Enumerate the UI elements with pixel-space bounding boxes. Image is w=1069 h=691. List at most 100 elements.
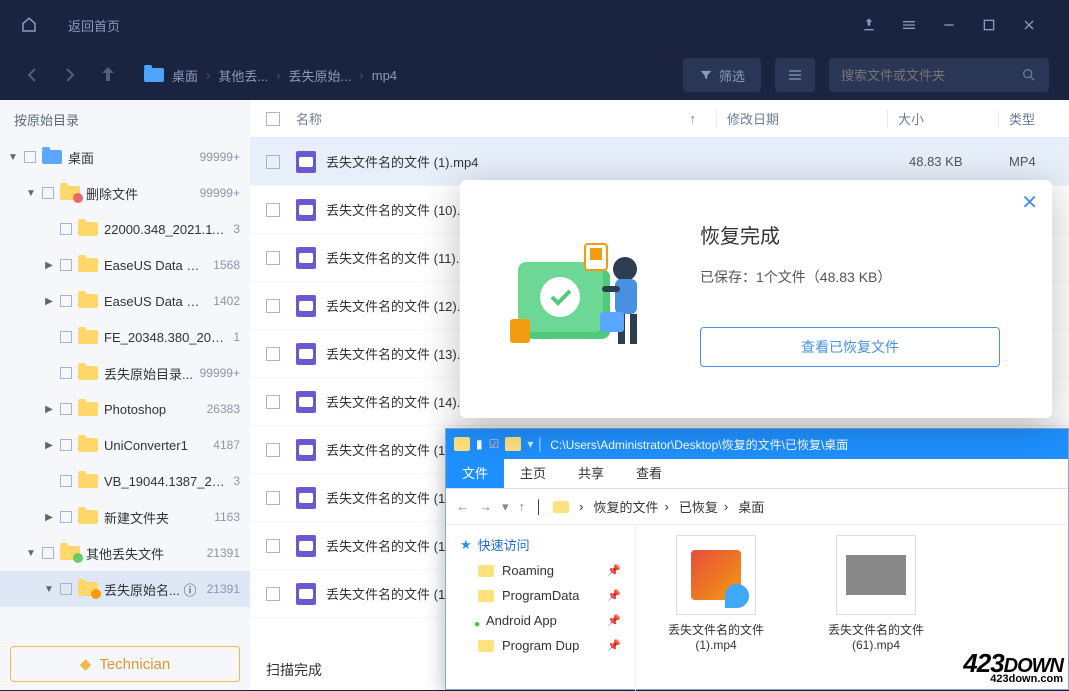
recovery-complete-dialog: ✕ 恢复完成 已保存：1个文件（48.83 KB） 查看已恢复文件 (460, 180, 1052, 418)
checkbox[interactable] (42, 547, 54, 559)
select-all-checkbox[interactable] (266, 112, 280, 126)
checkbox[interactable] (266, 155, 280, 169)
tree-item[interactable]: ▶EaseUS Data Re...1402 (0, 283, 250, 319)
search-input[interactable] (829, 58, 1049, 92)
video-file-icon (296, 391, 316, 413)
tree-item[interactable]: ▼删除文件99999+ (0, 175, 250, 211)
tree-item[interactable]: ▶Photoshop26383 (0, 391, 250, 427)
explorer-sidebar: ★快速访问 Roaming📌ProgramData📌●Android App📌P… (446, 525, 636, 691)
tab-home[interactable]: 主页 (504, 457, 562, 488)
up-icon[interactable] (96, 63, 120, 87)
quick-access-item[interactable]: Roaming📌 (446, 558, 635, 583)
checkbox[interactable] (266, 491, 280, 505)
forward-icon[interactable] (58, 63, 82, 87)
video-file-icon (296, 247, 316, 269)
tree-item[interactable]: ▼桌面99999+ (0, 139, 250, 175)
checkbox[interactable] (266, 203, 280, 217)
breadcrumb-seg[interactable]: 丢失原始... (289, 66, 352, 85)
tab-file[interactable]: 文件 (446, 457, 504, 488)
explorer-nav: ← → ▾ ↑ │ › 恢复的文件 › 已恢复 › 桌面 (446, 489, 1068, 525)
breadcrumb: 桌面› 其他丢...› 丢失原始...› mp4 (144, 66, 397, 85)
minimize-icon[interactable] (929, 5, 969, 45)
checkbox[interactable] (42, 187, 54, 199)
folder-icon (60, 186, 80, 200)
back-icon[interactable]: ← (456, 499, 469, 514)
tree-item[interactable]: 丢失原始目录...99999+ (0, 355, 250, 391)
col-date[interactable]: 修改日期 (727, 109, 887, 128)
checkbox[interactable] (60, 223, 72, 235)
folder-icon (78, 330, 98, 344)
checkbox[interactable] (60, 259, 72, 271)
quick-access-item[interactable]: Program Dup📌 (446, 633, 635, 658)
tab-view[interactable]: 查看 (620, 457, 678, 488)
back-icon[interactable] (20, 63, 44, 87)
quick-access[interactable]: ★快速访问 (446, 531, 635, 558)
path-seg[interactable]: 桌面 (738, 497, 764, 516)
checkbox[interactable] (60, 403, 72, 415)
checkbox[interactable] (266, 299, 280, 313)
checkbox[interactable] (60, 439, 72, 451)
checkbox[interactable] (266, 443, 280, 457)
tree-item[interactable]: 22000.348_2021.11...3 (0, 211, 250, 247)
tab-share[interactable]: 共享 (562, 457, 620, 488)
technician-button[interactable]: ◆ Technician (10, 646, 240, 682)
filter-button[interactable]: 筛选 (683, 58, 761, 92)
close-icon[interactable] (1009, 5, 1049, 45)
checkbox[interactable] (266, 251, 280, 265)
breadcrumb-seg[interactable]: 其他丢... (218, 66, 268, 85)
col-name[interactable]: 名称 (296, 109, 690, 128)
back-home-link[interactable]: 返回首页 (68, 16, 120, 35)
forward-icon[interactable]: → (479, 499, 492, 514)
tree-item[interactable]: ▶EaseUS Data Re...1568 (0, 247, 250, 283)
path-seg[interactable]: 已恢复 › (679, 497, 728, 516)
checkbox[interactable] (60, 511, 72, 523)
tree-item[interactable]: ▼丢失原始名... ⓘ21391 (0, 571, 250, 607)
file-header: 名称 ↑ 修改日期 大小 类型 (250, 100, 1069, 138)
home-icon[interactable] (20, 16, 38, 34)
maximize-icon[interactable] (969, 5, 1009, 45)
checkbox[interactable] (266, 587, 280, 601)
folder-icon (78, 258, 98, 272)
checkbox[interactable] (24, 151, 36, 163)
pin-icon: 📌 (607, 564, 621, 577)
close-icon[interactable]: ✕ (1021, 190, 1038, 215)
tree-item[interactable]: ▶UniConverter14187 (0, 427, 250, 463)
checkbox[interactable] (266, 347, 280, 361)
path-seg[interactable]: 恢复的文件 › (594, 497, 669, 516)
explorer-title-path: C:\Users\Administrator\Desktop\恢复的文件\已恢复… (550, 436, 848, 453)
folder-icon (78, 222, 98, 236)
breadcrumb-seg[interactable]: 桌面 (172, 66, 198, 85)
tree-item[interactable]: VB_19044.1387_20...3 (0, 463, 250, 499)
tree-item[interactable]: ▼其他丢失文件21391 (0, 535, 250, 571)
chevron-down-icon[interactable]: ▾ (502, 499, 509, 515)
checkbox[interactable] (266, 539, 280, 553)
search-field[interactable] (841, 68, 1021, 83)
quick-access-item[interactable]: ●Android App📌 (446, 608, 635, 633)
sort-arrow-icon: ↑ (690, 111, 697, 126)
up-icon[interactable]: ↑ (519, 499, 526, 514)
checkbox[interactable] (60, 295, 72, 307)
col-size[interactable]: 大小 (898, 109, 998, 128)
folder-icon (60, 546, 80, 560)
folder-icon (78, 402, 98, 416)
explorer-file[interactable]: 丢失文件名的文件(61).mp4 (816, 535, 936, 681)
checkbox[interactable] (60, 367, 72, 379)
menu-icon[interactable] (889, 5, 929, 45)
quick-access-item[interactable]: ProgramData📌 (446, 583, 635, 608)
export-icon[interactable] (849, 5, 889, 45)
file-row[interactable]: 丢失文件名的文件 (1).mp448.83 KBMP4 (250, 138, 1069, 186)
tree-item[interactable]: ▶新建文件夹1163 (0, 499, 250, 535)
checkbox[interactable] (60, 331, 72, 343)
explorer-titlebar[interactable]: ▮ ☑ ▾ │ C:\Users\Administrator\Desktop\恢… (446, 429, 1068, 459)
folder-icon (78, 438, 98, 452)
explorer-file[interactable]: 丢失文件名的文件 (1).mp4 (656, 535, 776, 681)
checkbox[interactable] (60, 475, 72, 487)
breadcrumb-seg[interactable]: mp4 (372, 68, 397, 83)
tree-item[interactable]: FE_20348.380_202...1 (0, 319, 250, 355)
dialog-text: 已保存：1个文件（48.83 KB） (700, 267, 1022, 287)
view-mode-button[interactable] (775, 58, 815, 92)
view-recovered-button[interactable]: 查看已恢复文件 (700, 327, 1000, 367)
checkbox[interactable] (266, 395, 280, 409)
col-type[interactable]: 类型 (1009, 109, 1069, 128)
checkbox[interactable] (60, 583, 72, 595)
